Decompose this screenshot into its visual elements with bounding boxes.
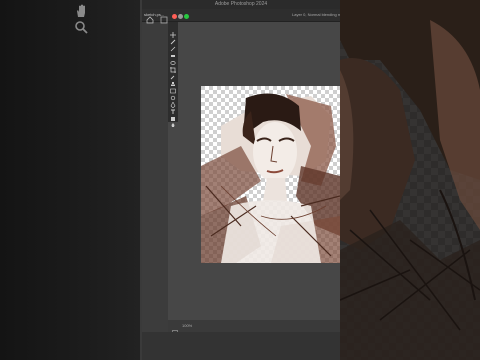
pencil-icon[interactable] xyxy=(170,39,176,52)
close-button[interactable] xyxy=(172,14,177,19)
window-title: Adobe Photoshop 2024 xyxy=(214,1,268,7)
text-icon[interactable] xyxy=(170,102,176,114)
eraser-icon[interactable] xyxy=(170,46,176,57)
zoom-level[interactable]: 100% xyxy=(182,323,192,328)
zoom-icon xyxy=(74,20,88,34)
brush-icon[interactable] xyxy=(170,32,176,45)
painting-canvas[interactable] xyxy=(201,86,340,263)
dodge-icon[interactable] xyxy=(170,88,176,101)
bottom-background xyxy=(142,332,340,360)
document-info-icon[interactable] xyxy=(172,323,178,336)
crop-icon[interactable] xyxy=(170,60,176,73)
move-icon[interactable] xyxy=(170,25,176,38)
status-bar: 100% xyxy=(168,320,340,336)
tools-panel xyxy=(168,22,178,127)
lasso-icon[interactable] xyxy=(170,53,176,65)
document-tab[interactable]: sketch.ps... xyxy=(144,12,164,17)
gradient-icon[interactable] xyxy=(170,81,176,94)
title-bar: Adobe Photoshop 2024 xyxy=(142,0,340,9)
zoomed-painting-view xyxy=(340,0,480,360)
hand-tool-icon[interactable] xyxy=(170,115,176,127)
eyedropper-icon[interactable] xyxy=(170,67,176,80)
minimize-button[interactable] xyxy=(178,14,183,19)
maximize-button[interactable] xyxy=(184,14,189,19)
stamp-icon[interactable] xyxy=(170,74,176,86)
pen-icon[interactable] xyxy=(170,95,176,109)
hand-icon xyxy=(74,4,88,18)
left-background xyxy=(0,0,140,360)
